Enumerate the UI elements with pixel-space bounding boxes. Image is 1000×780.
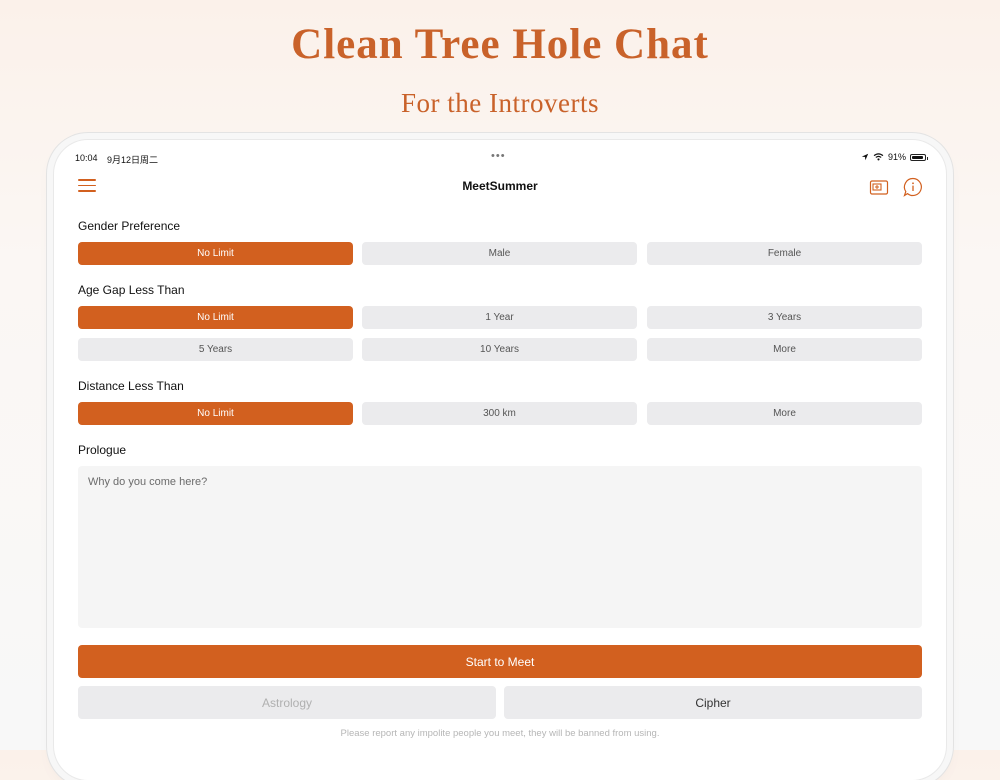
prologue-placeholder: Why do you come here? <box>88 476 208 488</box>
distance-option-300km[interactable]: 300 km <box>362 402 637 425</box>
astrology-button[interactable]: Astrology <box>78 686 496 719</box>
age-option-10-years[interactable]: 10 Years <box>362 338 637 361</box>
marketing-subtitle: For the Introverts <box>401 88 599 118</box>
distance-label: Distance Less Than <box>78 379 184 393</box>
marketing-title: Clean Tree Hole Chat <box>291 21 709 68</box>
age-option-1-year[interactable]: 1 Year <box>362 306 637 329</box>
info-bubble-icon[interactable] <box>902 176 924 198</box>
photo-icon[interactable] <box>868 176 890 198</box>
distance-option-no-limit[interactable]: No Limit <box>78 402 353 425</box>
age-option-no-limit[interactable]: No Limit <box>78 306 353 329</box>
distance-option-more[interactable]: More <box>647 402 922 425</box>
status-time: 10:04 <box>75 153 98 163</box>
gender-option-male[interactable]: Male <box>362 242 637 265</box>
battery-icon <box>910 153 928 161</box>
page-title: MeetSummer <box>462 179 538 193</box>
prologue-textarea[interactable]: Why do you come here? <box>78 466 922 628</box>
location-icon <box>861 153 869 161</box>
status-bar: 10:04 9月12日周二 ••• 91% <box>54 148 946 168</box>
status-date: 9月12日周二 <box>107 155 159 165</box>
wifi-icon <box>873 153 884 161</box>
cipher-button[interactable]: Cipher <box>504 686 922 719</box>
start-to-meet-button[interactable]: Start to Meet <box>78 645 922 678</box>
battery-percent: 91% <box>887 152 906 162</box>
report-notice: Please report any impolite people you me… <box>340 728 660 739</box>
status-right: 91% <box>861 152 928 162</box>
gender-label: Gender Preference <box>78 219 181 233</box>
gender-option-female[interactable]: Female <box>647 242 922 265</box>
age-option-more[interactable]: More <box>647 338 922 361</box>
gender-option-no-limit[interactable]: No Limit <box>78 242 353 265</box>
tablet-frame: 10:04 9月12日周二 ••• 91% MeetSummer Gender … <box>54 140 946 780</box>
age-gap-label: Age Gap Less Than <box>78 283 185 297</box>
nav-bar: MeetSummer <box>54 172 946 202</box>
prologue-label: Prologue <box>78 443 127 457</box>
age-option-5-years[interactable]: 5 Years <box>78 338 353 361</box>
multitasking-dots[interactable]: ••• <box>491 150 506 162</box>
age-option-3-years[interactable]: 3 Years <box>647 306 922 329</box>
